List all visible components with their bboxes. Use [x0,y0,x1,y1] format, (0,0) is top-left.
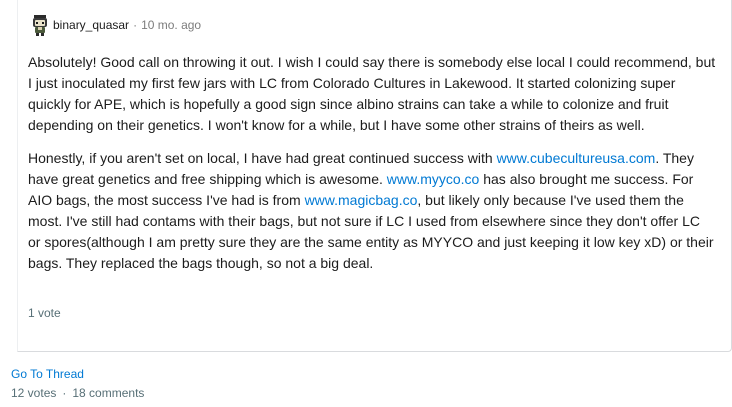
comment-text: Absolutely! Good call on throwing it out… [28,54,716,133]
go-to-thread-link[interactable]: Go To Thread [11,366,144,382]
meta-separator: · [133,18,138,32]
comment-author[interactable]: binary_quasar [53,18,129,32]
comment-vote-count: 1 vote [28,306,61,320]
thread-stats: 12 votes · 18 comments [11,385,144,401]
comment-text: Honestly, if you aren't set on local, I … [28,150,497,166]
comment-timestamp[interactable]: 10 mo. ago [141,18,201,32]
thread-comment-count: 18 comments [72,386,145,400]
comment-header: binary_quasar · 10 mo. ago [30,12,201,38]
external-link[interactable]: www.cubecultureusa.com [497,150,656,166]
user-avatar-icon[interactable] [30,14,50,36]
external-link[interactable]: www.magicbag.co [305,192,418,208]
comment-paragraph: Absolutely! Good call on throwing it out… [28,52,716,136]
thread-vote-count: 12 votes [11,386,57,400]
thread-stats-separator: · [62,386,67,400]
comment-body: Absolutely! Good call on throwing it out… [28,52,716,286]
external-link[interactable]: www.myyco.co [387,171,480,187]
comment-paragraph: Honestly, if you aren't set on local, I … [28,148,716,274]
comment-card: binary_quasar · 10 mo. ago Absolutely! G… [17,0,732,352]
thread-footer: Go To Thread 12 votes · 18 comments [11,366,144,401]
